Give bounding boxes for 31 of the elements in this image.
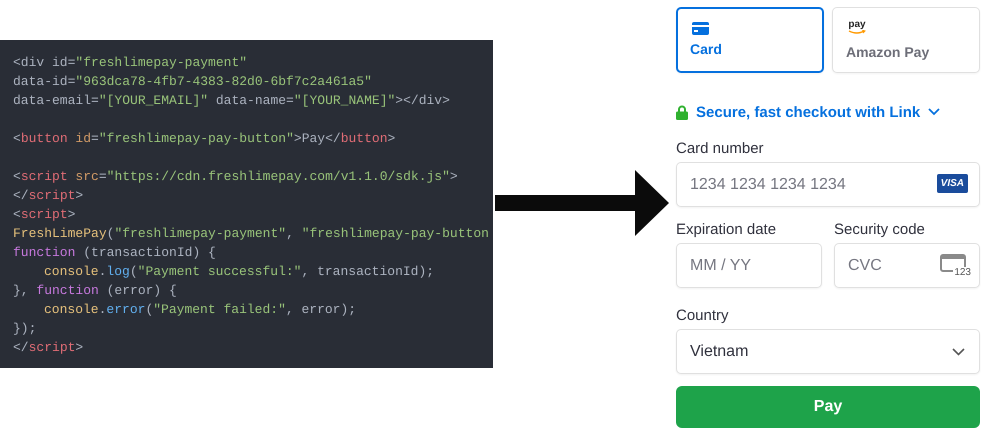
field-label: Card number: [676, 140, 764, 157]
code-line: }, function (error) {: [13, 282, 177, 300]
field-label: Expiration date: [676, 221, 776, 238]
chevron-down-icon[interactable]: [928, 108, 940, 116]
field-label: Security code: [834, 221, 925, 238]
payment-tab[interactable]: pay Amazon Pay: [832, 7, 980, 73]
code-line: console.log("Payment successful:", transactionId);: [43, 263, 434, 281]
field-label: Country: [676, 307, 729, 324]
amazon-pay-logo: pay: [846, 20, 868, 40]
code-line: console.error("Payment failed:", error);: [43, 301, 356, 319]
link-checkout-link[interactable]: Secure, fast checkout with Link: [696, 104, 920, 120]
card-icon: [692, 22, 709, 35]
code-line: <div id="freshlimepay-payment": [13, 54, 248, 72]
visa-logo: VISA: [936, 174, 968, 193]
code-line: </script>: [13, 339, 84, 357]
arrow-icon: [495, 170, 669, 236]
code-line: <button id="freshlimepay-pay-button">Pay</button>: [13, 130, 396, 148]
code-line: });: [13, 320, 36, 338]
code-line: <script>: [13, 206, 76, 224]
country-select[interactable]: Vietnam: [676, 329, 980, 374]
lock-icon: [676, 104, 688, 120]
code-line: data-email="[YOUR_EMAIL]" data-name="[YOUR_NAME]"></div>: [13, 92, 450, 110]
code-line: </script>: [13, 187, 84, 205]
code-line: function (transactionId) {: [13, 244, 216, 262]
code-line: <script src="https://cdn.freshlimepay.com/v1.1.0/sdk.js">: [13, 168, 458, 186]
pay-button[interactable]: Pay: [676, 386, 980, 428]
expiration-field[interactable]: MM / YY: [676, 243, 822, 288]
chevron-down-icon: [952, 348, 965, 356]
code-line: FreshLimePay("freshlimepay-payment", "freshlimepay-pay-button: [13, 225, 489, 243]
payment-tab[interactable]: Card: [676, 7, 824, 73]
code-line: data-id="963dca78-4fb7-4383-82d0-6bf7c2a461a5": [13, 73, 372, 91]
